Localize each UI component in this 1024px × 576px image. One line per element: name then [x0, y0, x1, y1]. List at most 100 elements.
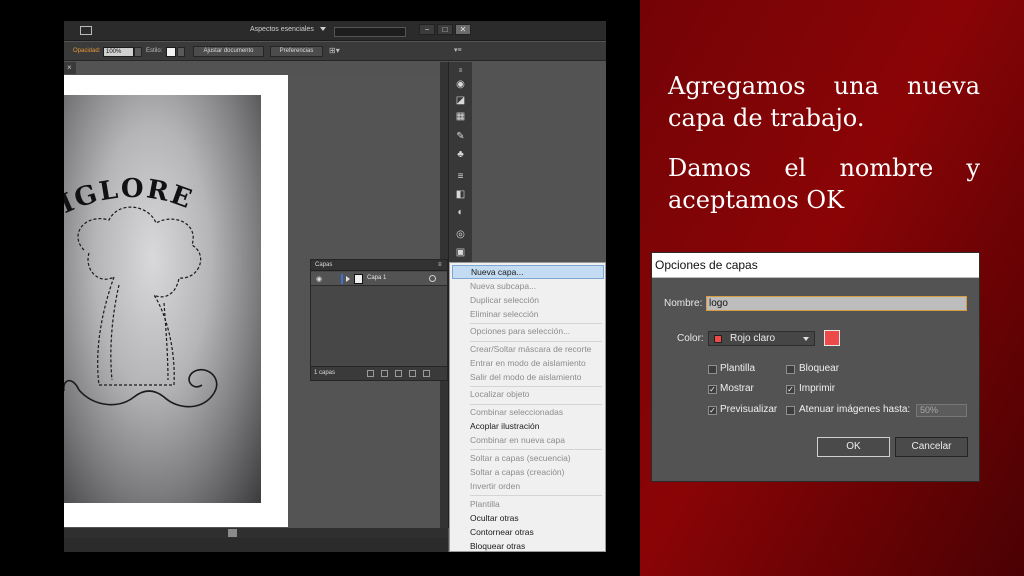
layers-context-menu: Nueva capa... Nueva subcapa... Duplicar …	[449, 262, 606, 552]
swatches-icon[interactable]: ▦	[454, 112, 467, 122]
minimize-button[interactable]: −	[419, 24, 435, 35]
menu-item-new-layer[interactable]: Nueva capa...	[452, 265, 604, 279]
menu-item-release-build[interactable]: Soltar a capas (creación)	[452, 465, 604, 479]
instruction-text-1: Agregamos una nueva capa de trabajo.	[668, 72, 980, 132]
menu-item-new-sublayer[interactable]: Nueva subcapa...	[452, 279, 604, 293]
menu-item-clipping-mask[interactable]: Crear/Soltar máscara de recorte	[452, 342, 604, 356]
panel-menu-icon[interactable]: ▾≡	[454, 46, 462, 54]
chevron-down-icon[interactable]	[320, 27, 326, 31]
print-label[interactable]: Imprimir	[799, 383, 835, 394]
menu-item-locate-object[interactable]: Localizar objeto	[452, 387, 604, 401]
dock-menu-icon[interactable]: ≡	[454, 66, 467, 76]
chef-logo-artwork[interactable]: RIGLORE	[64, 95, 261, 503]
close-tab-icon[interactable]: ×	[67, 63, 72, 72]
menu-item-enter-isolation[interactable]: Entrar en modo de aislamiento	[452, 356, 604, 370]
layers-panel-footer: 1 capas	[311, 366, 447, 380]
name-label: Nombre:	[664, 298, 703, 309]
visibility-eye-icon[interactable]: ◉	[316, 275, 322, 283]
locate-object-icon[interactable]	[367, 370, 374, 377]
control-bar: Opacidad: 100% Estilo: Ajustar documento…	[64, 42, 606, 61]
document-tab[interactable]: ×	[64, 62, 76, 74]
chef-hat-drawing: RIGLORE	[64, 174, 218, 408]
preview-label[interactable]: Previsualizar	[720, 404, 777, 415]
gradient-icon[interactable]: ◧	[454, 190, 467, 200]
color-swatch-button[interactable]	[824, 330, 840, 346]
opacity-dropdown[interactable]	[134, 47, 142, 57]
layer-name[interactable]: Capa 1	[367, 275, 386, 281]
color-swatch-small	[714, 335, 722, 343]
layers-panel: Capas ≡ ◉ Capa 1 1 capas	[310, 259, 448, 381]
menu-item-options[interactable]: Opciones para selección...	[452, 324, 604, 338]
dim-percent-input[interactable]: 50%	[916, 404, 967, 417]
menu-item-duplicate[interactable]: Duplicar selección	[452, 293, 604, 307]
template-label[interactable]: Plantilla	[720, 363, 755, 374]
arrange-icon[interactable]: ⊞▾	[329, 46, 340, 55]
tab-layers[interactable]: Capas	[315, 262, 332, 268]
dim-images-checkbox[interactable]	[786, 406, 795, 415]
color-guide-icon[interactable]: ◪	[454, 96, 467, 106]
menu-item-outline-others[interactable]: Contornear otras	[452, 525, 604, 539]
menu-item-flatten[interactable]: Acoplar ilustración	[452, 419, 604, 433]
new-sublayer-icon[interactable]	[395, 370, 402, 377]
workspace-switcher[interactable]: Aspectos esenciales	[250, 26, 314, 33]
menu-separator	[470, 449, 602, 450]
transparency-icon[interactable]: ◐	[454, 208, 467, 218]
menu-item-exit-isolation[interactable]: Salir del modo de aislamiento	[452, 370, 604, 384]
print-checkbox[interactable]: ✓	[786, 385, 795, 394]
layer-options-dialog: Opciones de capas Nombre: logo Color: Ro…	[651, 252, 980, 482]
color-icon[interactable]: ◉	[454, 80, 467, 90]
style-swatch[interactable]	[166, 47, 176, 57]
menu-item-delete[interactable]: Eliminar selección	[452, 307, 604, 321]
layer-name-input[interactable]: logo	[706, 296, 967, 311]
trash-icon[interactable]	[423, 370, 430, 377]
adjust-document-button[interactable]: Ajustar documento	[193, 46, 264, 57]
menu-item-lock-others[interactable]: Bloquear otras	[452, 539, 604, 553]
stroke-icon[interactable]: ≡	[454, 172, 467, 182]
graphic-styles-icon[interactable]: ▣	[454, 248, 467, 258]
search-help-input[interactable]	[334, 27, 406, 37]
layer-row[interactable]: ◉ Capa 1	[311, 272, 447, 286]
status-bar	[64, 538, 448, 552]
close-window-button[interactable]: ✕	[455, 24, 471, 35]
opacity-label[interactable]: Opacidad:	[73, 48, 100, 54]
arrange-documents-icon[interactable]	[80, 26, 92, 35]
ok-button[interactable]: OK	[817, 437, 890, 457]
symbols-icon[interactable]: ♣	[454, 150, 467, 160]
color-select-value: Rojo claro	[730, 333, 776, 344]
menu-item-reverse-order[interactable]: Invertir orden	[452, 479, 604, 493]
style-dropdown[interactable]	[177, 47, 185, 57]
menu-item-collect-new[interactable]: Combinar en nueva capa	[452, 433, 604, 447]
style-label: Estilo:	[146, 48, 163, 54]
color-select[interactable]: Rojo claro	[708, 331, 815, 346]
expand-triangle-icon[interactable]	[346, 276, 350, 282]
show-label[interactable]: Mostrar	[720, 383, 754, 394]
clipping-mask-icon[interactable]	[381, 370, 388, 377]
panel-menu-button[interactable]: ≡	[438, 262, 442, 268]
dim-images-label[interactable]: Atenuar imágenes hasta:	[799, 404, 910, 415]
menu-item-hide-others[interactable]: Ocultar otras	[452, 511, 604, 525]
menu-item-merge-selected[interactable]: Combinar seleccionadas	[452, 405, 604, 419]
svg-text:RIGLORE: RIGLORE	[64, 174, 197, 231]
layers-panel-header: Capas ≡	[311, 260, 447, 271]
preview-checkbox[interactable]: ✓	[708, 406, 717, 415]
opacity-field[interactable]: 100%	[103, 47, 134, 57]
artboard[interactable]: RIGLORE	[64, 75, 288, 527]
cancel-button[interactable]: Cancelar	[895, 437, 968, 457]
menu-item-release-sequence[interactable]: Soltar a capas (secuencia)	[452, 451, 604, 465]
maximize-button[interactable]: □	[437, 24, 453, 35]
lock-checkbox[interactable]	[786, 365, 795, 374]
show-checkbox[interactable]: ✓	[708, 385, 717, 394]
lock-label[interactable]: Bloquear	[799, 363, 839, 374]
new-layer-icon[interactable]	[409, 370, 416, 377]
menu-item-template[interactable]: Plantilla	[452, 497, 604, 511]
application-bar: Aspectos esenciales − □ ✕	[64, 21, 606, 41]
horizontal-scrollbar[interactable]	[64, 528, 448, 538]
target-circle-icon[interactable]	[429, 275, 436, 282]
appearance-icon[interactable]: ◎	[454, 230, 467, 240]
slide-stage: Aspectos esenciales − □ ✕ Opacidad: 100%…	[0, 0, 1024, 576]
preferences-button[interactable]: Preferencias	[270, 46, 323, 57]
scrollbar-thumb[interactable]	[228, 529, 237, 537]
template-checkbox[interactable]	[708, 365, 717, 374]
brushes-icon[interactable]: ✎	[454, 132, 467, 142]
dialog-title: Opciones de capas	[652, 253, 979, 278]
